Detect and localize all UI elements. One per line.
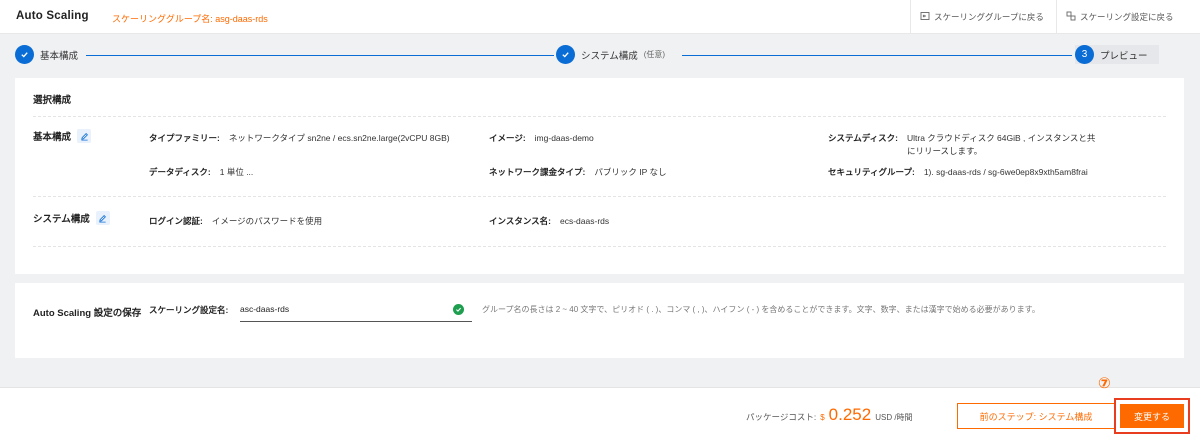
check-icon <box>15 45 34 64</box>
billing-type-item: ネットワーク課金タイプ: パブリック IP なし <box>489 166 666 179</box>
footer-bar: パッケージコスト: $ 0.252 USD /時間 前のステップ: システム構成… <box>0 387 1200 439</box>
save-config-panel: Auto Scaling 設定の保存 スケーリング設定名: グループ名の長さは … <box>15 283 1184 358</box>
image-value: img-daas-demo <box>534 133 594 143</box>
check-icon <box>556 45 575 64</box>
step-basic-config[interactable]: 基本構成 <box>15 45 85 64</box>
modify-button[interactable]: 変更する <box>1120 404 1184 428</box>
valid-check-icon <box>453 304 464 315</box>
edit-system-icon[interactable] <box>95 211 110 225</box>
back-to-scaling-group-button[interactable]: スケーリンググループに戻る <box>910 0 1056 34</box>
step-label: システム構成 <box>581 50 638 62</box>
wizard-steps: 基本構成 システム構成 (任意) 3 プレビュー <box>0 34 1200 78</box>
image-item: イメージ: img-daas-demo <box>489 132 594 145</box>
basic-config-label: 基本構成 <box>33 129 92 143</box>
back-to-scaling-config-button[interactable]: スケーリング設定に戻る <box>1056 0 1200 34</box>
basic-config-title: 基本構成 <box>33 132 72 143</box>
divider <box>33 116 1166 117</box>
page-header: Auto Scaling スケーリンググループ名: asg-daas-rds ス… <box>0 0 1200 34</box>
system-disk-item: システムディスク: Ultra クラウドディスク 64GiB , インスタンスと共… <box>828 132 1098 158</box>
save-config-title: Auto Scaling 設定の保存 <box>33 308 142 319</box>
system-config-label: システム構成 <box>33 211 110 225</box>
page-title: Auto Scaling <box>16 10 89 22</box>
step-system-config[interactable]: システム構成 (任意) <box>556 45 672 64</box>
system-config-title: システム構成 <box>33 214 90 225</box>
edit-basic-icon[interactable] <box>77 129 92 143</box>
data-disk-item: データディスク: 1 単位 ... <box>149 166 253 179</box>
selected-config-panel: 選択構成 基本構成 タイプファミリー: ネットワークタイプ sn2ne / ecs… <box>15 78 1184 274</box>
divider <box>33 246 1166 247</box>
instance-name-key: インスタンス名: <box>489 216 551 226</box>
data-disk-value: 1 単位 ... <box>219 167 254 177</box>
system-disk-value: Ultra クラウドディスク 64GiB , インスタンスと共にリリースします。 <box>906 133 1096 156</box>
billing-type-key: ネットワーク課金タイプ: <box>489 167 586 177</box>
config-name-hint: グループ名の長さは 2 ~ 40 文字で、ピリオド ( . )、コンマ ( , … <box>482 305 1040 314</box>
login-auth-value: イメージのパスワードを使用 <box>211 216 323 226</box>
back-to-scaling-config-label: スケーリング設定に戻る <box>1080 12 1174 22</box>
billing-type-value: パブリック IP なし <box>594 167 667 177</box>
step-connector <box>86 55 554 56</box>
login-auth-key: ログイン認証: <box>149 216 203 226</box>
instance-name-value: ecs-daas-rds <box>560 216 610 226</box>
type-family-key: タイプファミリー: <box>149 133 220 143</box>
package-cost: パッケージコスト: $ 0.252 USD /時間 <box>746 405 913 425</box>
config-return-icon <box>1066 11 1076 23</box>
return-icon <box>920 11 930 23</box>
config-name-label: スケーリング設定名: <box>149 305 229 315</box>
step-marker: ⑦ <box>1098 375 1111 392</box>
divider <box>33 196 1166 197</box>
scaling-group-name: スケーリンググループ名: asg-daas-rds <box>112 14 268 24</box>
step-label: プレビュー <box>1100 50 1148 62</box>
image-key: イメージ: <box>489 133 526 143</box>
step-connector <box>682 55 1072 56</box>
login-auth-item: ログイン認証: イメージのパスワードを使用 <box>149 215 322 228</box>
cost-amount: 0.252 <box>828 405 872 424</box>
back-to-scaling-group-label: スケーリンググループに戻る <box>934 12 1044 22</box>
highlight-box: 変更する <box>1114 398 1190 434</box>
security-group-item: セキュリティグループ: 1). sg-daas-rds / sg-6we0ep8x… <box>828 166 1088 179</box>
data-disk-key: データディスク: <box>149 167 211 177</box>
system-disk-key: システムディスク: <box>828 133 898 143</box>
security-group-value: 1). sg-daas-rds / sg-6we0ep8x9xth5am8fra… <box>923 167 1088 177</box>
cost-label: パッケージコスト: <box>746 412 817 422</box>
previous-step-button[interactable]: 前のステップ: システム構成 <box>957 403 1115 429</box>
step-optional-note: (任意) <box>643 50 666 59</box>
instance-name-item: インスタンス名: ecs-daas-rds <box>489 215 609 228</box>
config-name-input[interactable] <box>240 297 472 322</box>
cost-currency: $ <box>820 413 825 422</box>
security-group-key: セキュリティグループ: <box>828 167 915 177</box>
section-title: 選択構成 <box>33 95 72 106</box>
step-label: 基本構成 <box>40 50 79 62</box>
step-preview: 3 プレビュー <box>1075 45 1159 64</box>
type-family-item: タイプファミリー: ネットワークタイプ sn2ne / ecs.sn2ne.lar… <box>149 132 450 145</box>
type-family-value: ネットワークタイプ sn2ne / ecs.sn2ne.large(2vCPU … <box>228 133 450 143</box>
cost-unit: USD /時間 <box>875 413 913 422</box>
step-number: 3 <box>1075 45 1094 64</box>
